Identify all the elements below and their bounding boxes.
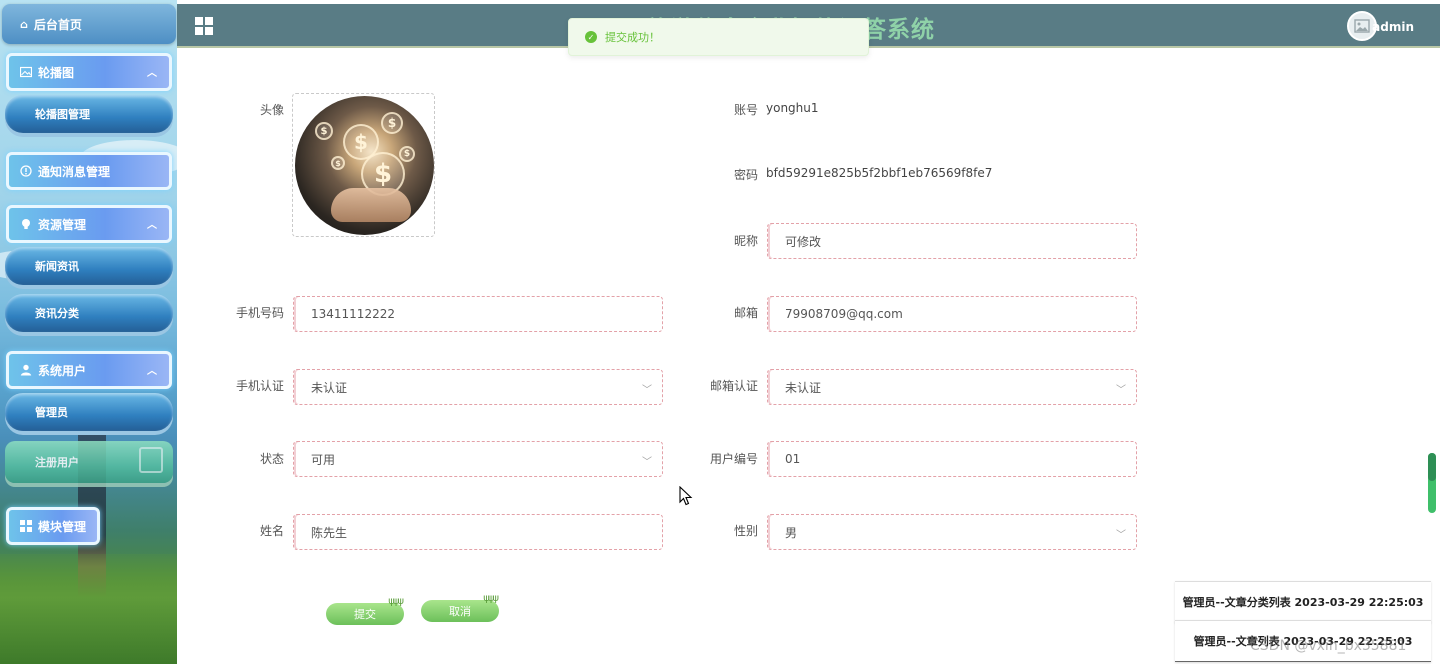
log-entry[interactable]: 管理员--文章分类列表 2023-03-29 22:25:03 — [1175, 581, 1431, 623]
image-placeholder-icon — [1354, 19, 1370, 33]
status-select[interactable]: 可用 ﹀ — [293, 441, 663, 477]
sidebar: ⌂ 后台首页 轮播图 ︿ 轮播图管理 通知消息管理 资源管理 ︿ 新闻资讯 资讯… — [0, 0, 177, 664]
user-no-input[interactable]: 01 — [767, 441, 1137, 477]
cancel-button-label: 取消 — [449, 605, 471, 618]
gender-value: 男 — [785, 525, 798, 540]
sidebar-item-carousel-manage[interactable]: 轮播图管理 — [5, 95, 173, 133]
phone-verify-value: 未认证 — [311, 380, 348, 395]
image-icon — [19, 66, 32, 79]
watermark: CSDN @vxin_bx35881 — [1250, 638, 1407, 654]
submit-button-label: 提交 — [354, 608, 376, 621]
chevron-down-icon: ﹀ — [1116, 385, 1126, 396]
email-input[interactable]: 79908709@qq.com — [767, 296, 1137, 332]
sidebar-group-resource[interactable]: 资源管理 ︿ — [6, 205, 172, 243]
password-value: bfd59291e825b5f2bbf1eb76569f8fe7 — [766, 166, 993, 180]
name-value: 陈先生 — [311, 525, 348, 540]
chevron-up-icon: ︿ — [147, 68, 157, 79]
user-no-value: 01 — [785, 452, 801, 466]
sidebar-group-label: 通知消息管理 — [38, 164, 111, 179]
sidebar-group-modules[interactable]: 模块管理 — [6, 507, 100, 545]
avatar-image: $ $ $ $ $ $ — [295, 96, 434, 235]
bulb-icon — [19, 218, 32, 231]
success-toast: ✓ 提交成功！ — [568, 18, 869, 56]
avatar-label: 头像 — [259, 103, 284, 117]
status-value: 可用 — [311, 452, 336, 467]
grass-decoration-icon: ψψψ — [388, 596, 404, 607]
sidebar-item-admin[interactable]: 管理员 — [5, 393, 173, 431]
name-input[interactable]: 陈先生 — [293, 514, 663, 550]
mouse-cursor-icon — [679, 486, 693, 506]
phone-input[interactable]: 13411112222 — [293, 296, 663, 332]
password-label: 密码 — [733, 168, 758, 182]
status-label: 状态 — [259, 452, 284, 466]
chevron-down-icon: ﹀ — [642, 385, 652, 396]
user-no-label: 用户编号 — [709, 452, 758, 466]
email-label: 邮箱 — [733, 306, 758, 320]
sidebar-item-label: 轮播图管理 — [35, 108, 90, 121]
sidebar-group-system-users[interactable]: 系统用户 ︿ — [6, 351, 172, 389]
check-circle-icon: ✓ — [585, 31, 597, 43]
sidebar-group-notice[interactable]: 通知消息管理 — [6, 152, 172, 190]
cancel-button[interactable]: 取消 ψψψ — [421, 593, 499, 622]
phone-verify-label: 手机认证 — [235, 379, 284, 393]
sidebar-group-label: 系统用户 — [38, 363, 87, 378]
grass-decoration-icon: ψψψ — [483, 593, 499, 604]
sidebar-item-label: 注册用户 — [35, 456, 79, 469]
sidebar-group-label: 资源管理 — [38, 217, 87, 232]
sidebar-item-registered-users[interactable]: 注册用户 — [5, 441, 173, 483]
home-icon: ⌂ — [20, 17, 28, 31]
gender-select[interactable]: 男 ﹀ — [767, 514, 1137, 550]
email-input-value: 79908709@qq.com — [785, 307, 903, 321]
nickname-label: 昵称 — [733, 234, 758, 248]
username[interactable]: admin — [1372, 20, 1414, 34]
email-verify-label: 邮箱认证 — [709, 379, 758, 393]
gender-label: 性别 — [733, 524, 758, 538]
chevron-down-icon: ﹀ — [1116, 530, 1126, 541]
scrollbar-handle[interactable] — [1428, 453, 1436, 481]
grid-icon — [19, 520, 32, 533]
nickname-input-value: 可修改 — [785, 234, 822, 249]
sidebar-group-label: 模块管理 — [38, 519, 87, 534]
sidebar-item-news[interactable]: 新闻资讯 — [5, 247, 173, 285]
sidebar-home[interactable]: ⌂ 后台首页 — [2, 4, 176, 44]
email-verify-value: 未认证 — [785, 380, 822, 395]
account-label: 账号 — [733, 103, 758, 117]
info-circle-icon — [19, 165, 32, 178]
sidebar-item-label: 管理员 — [35, 406, 68, 419]
toast-message: 提交成功！ — [605, 31, 660, 44]
email-verify-select[interactable]: 未认证 ﹀ — [767, 369, 1137, 405]
chevron-up-icon: ︿ — [147, 366, 157, 377]
sidebar-home-label: 后台首页 — [33, 17, 82, 32]
chevron-up-icon: ︿ — [147, 220, 157, 231]
sidebar-item-label: 资讯分类 — [35, 307, 79, 320]
submit-button[interactable]: 提交 ψψψ — [326, 596, 404, 625]
menu-toggle-icon[interactable] — [195, 17, 213, 35]
sidebar-group-carousel[interactable]: 轮播图 ︿ — [6, 53, 172, 91]
phone-input-value: 13411112222 — [311, 307, 395, 321]
phone-verify-select[interactable]: 未认证 ﹀ — [293, 369, 663, 405]
account-value: yonghu1 — [766, 101, 819, 115]
background-grass — [0, 554, 177, 664]
avatar-upload[interactable]: $ $ $ $ $ $ — [292, 93, 435, 237]
phone-label: 手机号码 — [235, 306, 284, 320]
sidebar-group-label: 轮播图 — [38, 65, 75, 80]
nickname-input[interactable]: 可修改 — [767, 223, 1137, 259]
sidebar-item-news-category[interactable]: 资讯分类 — [5, 294, 173, 332]
chevron-down-icon: ﹀ — [642, 457, 652, 468]
name-label: 姓名 — [259, 524, 284, 538]
signpost-icon — [139, 447, 163, 473]
user-icon — [19, 364, 32, 377]
sidebar-item-label: 新闻资讯 — [35, 260, 79, 273]
